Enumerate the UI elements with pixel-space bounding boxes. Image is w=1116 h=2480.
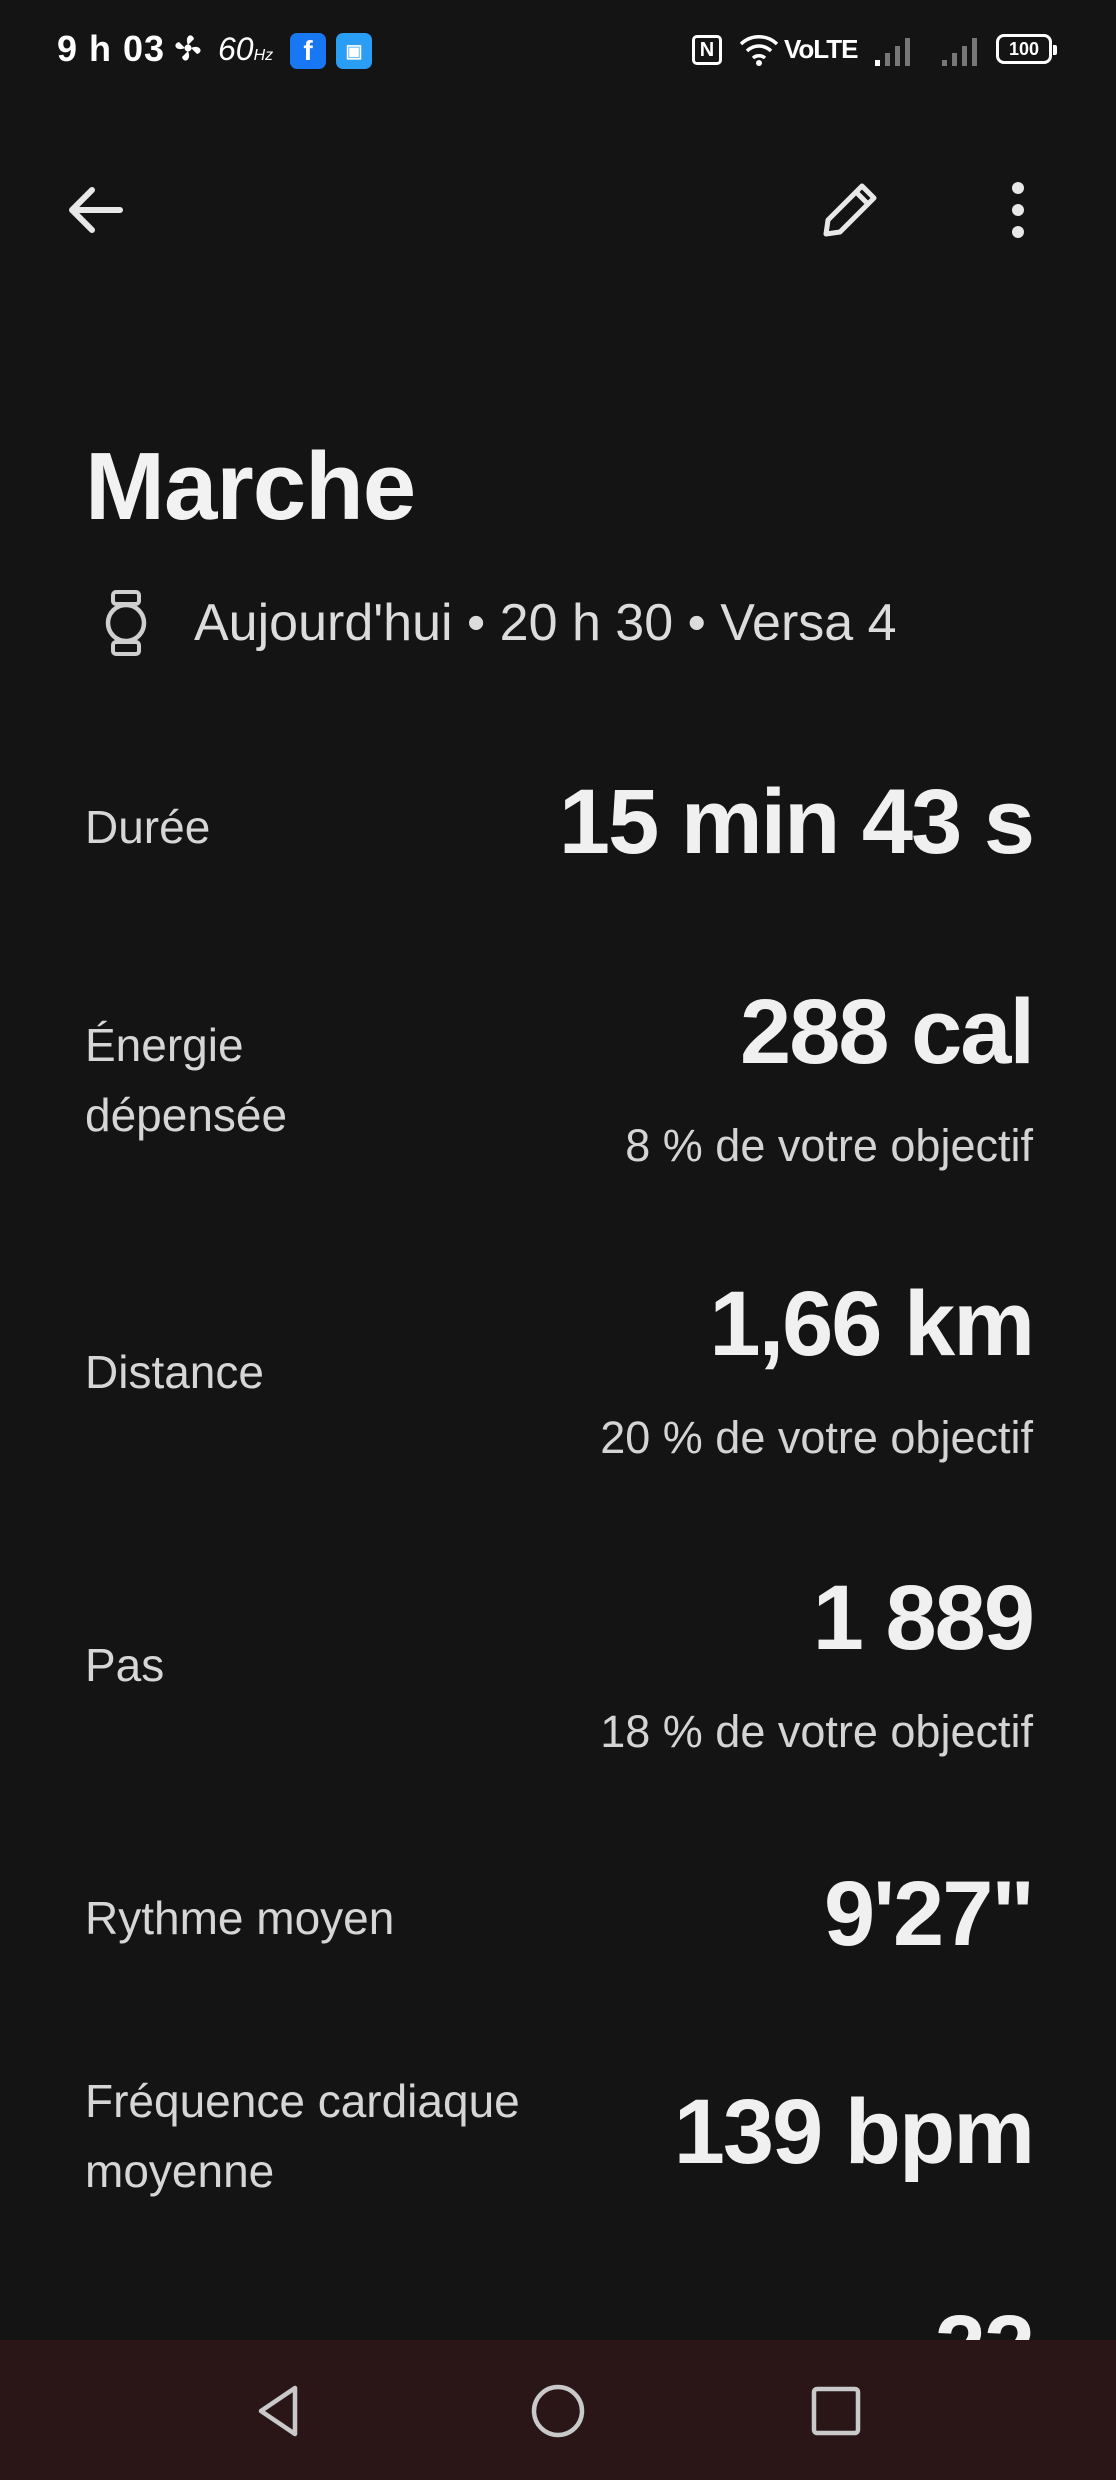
activity-meta-text: Aujourd'hui • 20 h 30 • Versa 4	[194, 594, 897, 652]
activity-title: Marche	[85, 433, 416, 540]
stat-label-energy: Énergie dépensée	[85, 1019, 288, 1141]
stat-value-heart-rate: 139 bpm	[673, 2081, 1035, 2183]
pencil-icon[interactable]	[810, 170, 890, 250]
stat-value-steps: 1 889	[812, 1567, 1035, 1669]
fan-icon	[175, 35, 201, 61]
stat-label-steps: Pas	[85, 1639, 165, 1691]
stat-sub-steps: 18 % de votre objectif	[600, 1706, 1033, 1757]
status-bar: 9 h 03 60Hz f ▣ N VoLTE 100	[0, 0, 1116, 100]
stat-label-duration: Durée	[85, 801, 211, 853]
more-vert-icon[interactable]	[978, 170, 1058, 250]
activity-meta: Aujourd'hui • 20 h 30 • Versa 4	[100, 588, 897, 658]
refresh-rate: 60Hz	[218, 31, 274, 67]
volte-indicator: VoLTE	[784, 34, 858, 64]
arrow-back-icon[interactable]	[58, 170, 138, 250]
status-time: 9 h 03	[57, 28, 166, 69]
stat-label-heart-rate: Fréquence cardiaque moyenne	[85, 2075, 520, 2197]
wifi-icon	[739, 35, 779, 66]
facebook-icon: f	[290, 33, 326, 69]
triangle-back-icon[interactable]	[243, 2376, 313, 2446]
stat-value-duration: 15 min 43 s	[558, 771, 1035, 873]
square-recents-icon[interactable]	[801, 2376, 871, 2446]
stat-value-distance: 1,66 km	[709, 1273, 1035, 1375]
signal-icon-2	[942, 38, 977, 66]
stat-value-pace: 9'27"	[824, 1863, 1035, 1965]
nfc-icon: N	[692, 35, 722, 65]
stat-sub-energy: 8 % de votre objectif	[625, 1120, 1033, 1171]
stat-sub-distance: 20 % de votre objectif	[600, 1412, 1033, 1463]
stat-value-energy: 288 cal	[740, 981, 1035, 1083]
system-nav-bar	[0, 2340, 1116, 2480]
battery-icon: 100	[996, 34, 1057, 64]
watch-icon	[105, 590, 147, 656]
app-notification-icon: ▣	[336, 33, 372, 69]
stat-label-distance: Distance	[85, 1346, 264, 1398]
circle-home-icon[interactable]	[523, 2376, 593, 2446]
signal-icon	[875, 38, 910, 66]
stat-label-pace: Rythme moyen	[85, 1892, 395, 1944]
